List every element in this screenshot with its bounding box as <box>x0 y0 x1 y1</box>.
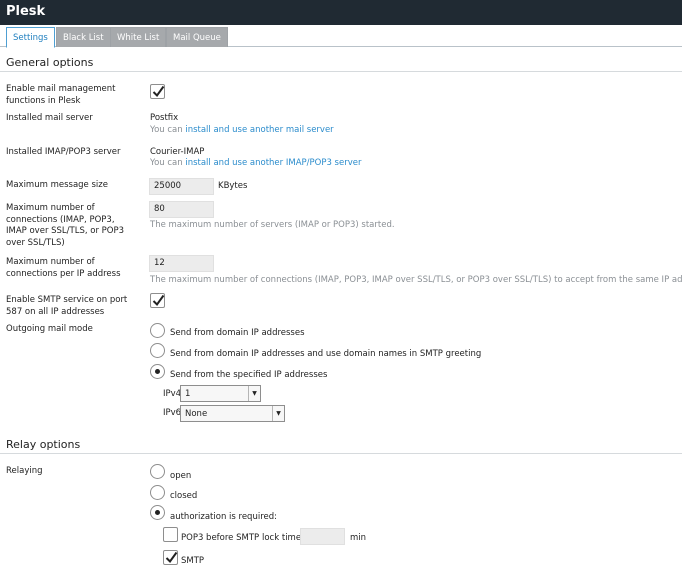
general-options-title: General options <box>6 56 94 69</box>
checkmark-icon <box>152 294 165 307</box>
relay-closed-label: closed <box>170 491 198 501</box>
chevron-down-icon: ▼ <box>272 406 284 421</box>
ipv4-select-value: 1 <box>185 389 191 399</box>
install-imap-server-link[interactable]: install and use another IMAP/POP3 server <box>185 158 361 168</box>
relay-options-title: Relay options <box>6 438 81 451</box>
tab-strip: Settings Black List White List Mail Queu… <box>0 25 682 48</box>
max-conn-per-ip-input[interactable]: 12 <box>149 255 214 272</box>
imap-server-hint: You can install and use another IMAP/POP… <box>150 158 361 168</box>
imap-server-label: Installed IMAP/POP3 server <box>6 147 121 157</box>
enable-mail-checkbox[interactable] <box>150 84 165 99</box>
max-conn-per-ip-hint: The maximum number of connections (IMAP,… <box>150 275 682 285</box>
app-header: Plesk <box>0 0 682 25</box>
enable-mail-label: Enable mail management functions in Ples… <box>6 84 116 106</box>
outgoing-mail-mode-label: Outgoing mail mode <box>6 324 93 334</box>
relay-closed-radio[interactable] <box>150 485 165 500</box>
mail-server-value: Postfix <box>150 113 179 123</box>
relay-open-label: open <box>170 471 192 481</box>
tab-mail-queue[interactable]: Mail Queue <box>166 27 228 47</box>
tab-black-list[interactable]: Black List <box>56 27 111 47</box>
max-message-size-label: Maximum message size <box>6 180 108 190</box>
max-conn-per-ip-label: Maximum number of connections per IP add… <box>6 257 121 279</box>
smtp-auth-checkbox[interactable] <box>163 550 178 565</box>
max-connections-label: Maximum number of connections (IMAP, POP… <box>6 203 125 248</box>
lock-time-unit: min <box>350 533 367 543</box>
relay-auth-required-label: authorization is required: <box>170 512 277 522</box>
lock-time-label: lock time <box>262 533 302 543</box>
outgoing-domain-ip-names-label: Send from domain IP addresses and use do… <box>170 349 482 359</box>
max-message-size-input[interactable]: 25000 <box>149 178 214 195</box>
ipv6-label: IPv6 <box>163 408 182 418</box>
pop3-before-smtp-label: POP3 before SMTP <box>181 533 260 543</box>
section-divider <box>0 71 682 72</box>
install-mail-server-link[interactable]: install and use another mail server <box>185 125 333 135</box>
smtp-auth-label: SMTP <box>181 556 205 566</box>
mail-server-label: Installed mail server <box>6 113 93 123</box>
outgoing-domain-ip-label: Send from domain IP addresses <box>170 328 305 338</box>
checkmark-icon <box>165 551 178 564</box>
imap-server-value: Courier-IMAP <box>150 147 205 157</box>
outgoing-domain-ip-radio[interactable] <box>150 323 165 338</box>
mail-server-hint: You can install and use another mail ser… <box>150 125 334 135</box>
relay-open-radio[interactable] <box>150 464 165 479</box>
lock-time-input[interactable] <box>300 528 345 545</box>
smtp-587-checkbox[interactable] <box>150 293 165 308</box>
relaying-label: Relaying <box>6 466 43 476</box>
relay-auth-required-radio[interactable] <box>150 505 165 520</box>
max-connections-hint: The maximum number of servers (IMAP or P… <box>150 220 395 230</box>
tab-settings[interactable]: Settings <box>6 27 55 48</box>
tab-white-list[interactable]: White List <box>110 27 167 47</box>
max-connections-input[interactable]: 80 <box>149 201 214 218</box>
ipv4-select[interactable]: 1 ▼ <box>180 385 261 402</box>
outgoing-specified-ip-radio[interactable] <box>150 364 165 379</box>
mail-server-hint-prefix: You can <box>150 125 183 135</box>
ipv4-label: IPv4 <box>163 389 182 399</box>
ipv6-select-value: None <box>185 409 208 419</box>
outgoing-specified-ip-label: Send from the specified IP addresses <box>170 370 328 380</box>
pop3-before-smtp-checkbox[interactable] <box>163 527 178 542</box>
imap-server-hint-prefix: You can <box>150 158 183 168</box>
ipv6-select[interactable]: None ▼ <box>180 405 285 422</box>
smtp-587-label: Enable SMTP service on port 587 on all I… <box>6 295 128 317</box>
outgoing-domain-ip-names-radio[interactable] <box>150 343 165 358</box>
app-title: Plesk <box>6 4 46 19</box>
checkmark-icon <box>152 85 165 98</box>
max-message-size-unit: KBytes <box>218 181 248 191</box>
section-divider <box>0 453 682 454</box>
chevron-down-icon: ▼ <box>248 386 260 401</box>
